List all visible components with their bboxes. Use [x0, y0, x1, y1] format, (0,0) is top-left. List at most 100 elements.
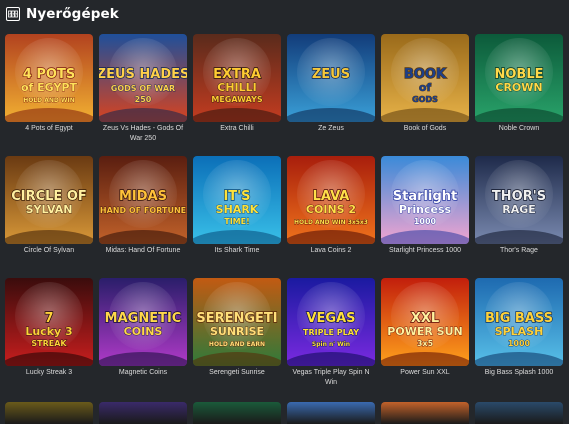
thumbnail-logo-text: SERENGETI [196, 311, 277, 326]
game-grid: 4 POTS of EGYPT HOLD AND WIN 4 Pots of Egyp… [5, 34, 563, 400]
thumbnail-logo-text: 250 [135, 95, 152, 104]
game-card[interactable]: MAGNETIC COINS Magnetic Coins [99, 278, 187, 400]
game-thumbnail[interactable]: VEGAS TRIPLE PLAY Spin n' Win [287, 278, 375, 366]
game-thumbnail[interactable]: 4 POTS of EGYPT HOLD AND WIN [5, 34, 93, 122]
thumbnail-logo-text: Starlight [393, 189, 457, 204]
game-name: 4 Pots of Egypt [25, 125, 73, 132]
game-name: Lucky Streak 3 [25, 369, 73, 376]
game-name: Extra Chilli [220, 125, 254, 132]
game-card[interactable]: 7 Lucky 3 STREAK Lucky Streak 3 [5, 278, 93, 400]
game-thumbnail[interactable]: LAVA COINS 2 HOLD AND WIN 3x5x3 [287, 156, 375, 244]
game-thumbnail[interactable]: 7 Lucky 3 STREAK [5, 278, 93, 366]
game-card[interactable]: IT'S SHARK TIME! Its Shark Time [193, 156, 281, 278]
slot-machine-icon: 7 7 7 [6, 7, 20, 21]
game-thumbnail[interactable]: BOOK of GODS [381, 34, 469, 122]
thumbnail-logo-text: TRIPLE PLAY [303, 328, 359, 337]
game-name: Magnetic Coins [118, 369, 168, 376]
thumbnail-logo-text: VEGAS [306, 311, 355, 326]
thumbnail-logo-text: of EGYPT [21, 81, 78, 94]
thumbnail-logo-text: 4 POTS [23, 67, 75, 82]
game-thumbnail[interactable]: ZEUS HADES GODS OF WAR 250 [99, 34, 187, 122]
thumbnail-logo-text: ZEUS HADES [99, 67, 187, 82]
game-name: Its Shark Time [214, 247, 260, 254]
thumbnail-logo-text: THOR'S [492, 189, 546, 204]
game-thumbnail[interactable]: CIRCLE OF SYLVAN [5, 156, 93, 244]
game-thumbnail[interactable]: BIG BASS SPLASH 1000 [475, 278, 563, 366]
game-name: Power Sun XXL [400, 369, 450, 376]
game-card[interactable]: MIDAS HAND OF FORTUNE Midas: Hand Of Fortu… [99, 156, 187, 278]
thumbnail-logo-text: SYLVAN [26, 203, 73, 216]
game-name: Serengeti Sunrise [209, 369, 265, 376]
thumbnail-logo-text: COINS 2 [306, 203, 356, 216]
game-thumbnail-partial[interactable] [381, 402, 469, 424]
thumbnail-logo-text: Lucky 3 [25, 325, 72, 338]
game-thumbnail-partial[interactable] [193, 402, 281, 424]
thumbnail-logo-text: MAGNETIC [105, 311, 182, 326]
game-card[interactable]: SERENGETI SUNRISE HOLD AND EARN Serengeti S… [193, 278, 281, 400]
game-card[interactable]: NOBLE CROWN Noble Crown [475, 34, 563, 156]
game-thumbnail[interactable]: EXTRA CHILLI MEGAWAYS [193, 34, 281, 122]
thumbnail-logo-text: RAGE [502, 203, 536, 216]
game-name: Thor's Rage [500, 247, 538, 254]
game-thumbnail[interactable]: ZEUS [287, 34, 375, 122]
thumbnail-logo-text: GODS [412, 95, 438, 104]
game-thumbnail[interactable]: IT'S SHARK TIME! [193, 156, 281, 244]
game-name: Noble Crown [498, 125, 540, 132]
game-name: Book of Gods [403, 125, 447, 132]
game-card[interactable]: XXL POWER SUN 3x5 Power Sun XXL [381, 278, 469, 400]
game-thumbnail[interactable]: THOR'S RAGE [475, 156, 563, 244]
game-card[interactable]: Starlight Princess 1000 Starlight Princess … [381, 156, 469, 278]
thumbnail-logo-text: XXL [411, 311, 439, 326]
thumbnail-logo-text: STREAK [31, 339, 67, 348]
thumbnail-logo-text: MEGAWAYS [211, 95, 263, 104]
thumbnail-logo-text: Spin n' Win [312, 341, 350, 348]
game-thumbnail-partial[interactable] [99, 402, 187, 424]
thumbnail-logo-text: 3x5 [417, 339, 434, 348]
game-card[interactable]: THOR'S RAGE Thor's Rage [475, 156, 563, 278]
thumbnail-logo-text: Princess [399, 203, 452, 216]
game-card[interactable]: ZEUS Ze Zeus [287, 34, 375, 156]
game-card[interactable]: 4 POTS of EGYPT HOLD AND WIN 4 Pots of Egyp… [5, 34, 93, 156]
svg-text:7: 7 [12, 12, 14, 16]
thumbnail-logo-text: SUNRISE [210, 325, 264, 338]
svg-text:7: 7 [15, 12, 17, 16]
game-thumbnail-partial[interactable] [287, 402, 375, 424]
thumbnail-logo-text: HOLD AND WIN [23, 97, 75, 104]
game-thumbnail-partial[interactable] [475, 402, 563, 424]
thumbnail-logo-text: GODS OF WAR [111, 84, 175, 93]
game-name: Midas: Hand Of Fortune [105, 247, 181, 254]
thumbnail-logo-text: SPLASH [495, 325, 544, 338]
game-thumbnail[interactable]: MAGNETIC COINS [99, 278, 187, 366]
svg-text:7: 7 [9, 12, 11, 16]
thumbnail-logo-text: HOLD AND WIN 3x5x3 [294, 219, 368, 226]
game-card[interactable]: BOOK of GODS Book of Gods [381, 34, 469, 156]
game-card[interactable]: EXTRA CHILLI MEGAWAYS Extra Chilli [193, 34, 281, 156]
section-header: 7 7 7 Nyerőgépek [6, 5, 119, 23]
section-title: Nyerőgépek [26, 6, 119, 22]
thumbnail-logo-text: CROWN [495, 81, 542, 94]
game-thumbnail[interactable]: NOBLE CROWN [475, 34, 563, 122]
game-name: Zeus Vs Hades - Gods Of War 250 [102, 125, 184, 142]
thumbnail-logo-text: 1000 [414, 217, 437, 226]
game-thumbnail[interactable]: SERENGETI SUNRISE HOLD AND EARN [193, 278, 281, 366]
game-name: Big Bass Splash 1000 [484, 369, 554, 376]
thumbnail-logo-text: of [419, 81, 432, 94]
thumbnail-logo-text: POWER SUN [387, 325, 462, 338]
game-name: Vegas Triple Play Spin N Win [292, 369, 370, 386]
thumbnail-logo-text: 7 [44, 311, 53, 326]
thumbnail-logo-text: IT'S [223, 189, 250, 204]
game-card[interactable]: VEGAS TRIPLE PLAY Spin n' Win Vegas Triple … [287, 278, 375, 400]
thumbnail-logo-text: ZEUS [312, 67, 350, 82]
game-name: Ze Zeus [318, 125, 344, 132]
game-thumbnail[interactable]: Starlight Princess 1000 [381, 156, 469, 244]
thumbnail-logo-text: LAVA [313, 189, 350, 204]
thumbnail-logo-text: TIME! [224, 217, 250, 226]
game-thumbnail-partial[interactable] [5, 402, 93, 424]
game-card[interactable]: BIG BASS SPLASH 1000 Big Bass Splash 1000 [475, 278, 563, 400]
game-card[interactable]: LAVA COINS 2 HOLD AND WIN 3x5x3 Lava Coins … [287, 156, 375, 278]
game-name: Circle Of Sylvan [23, 247, 75, 254]
game-card[interactable]: ZEUS HADES GODS OF WAR 250 Zeus Vs Hades - … [99, 34, 187, 156]
game-thumbnail[interactable]: XXL POWER SUN 3x5 [381, 278, 469, 366]
game-card[interactable]: CIRCLE OF SYLVAN Circle Of Sylvan [5, 156, 93, 278]
game-thumbnail[interactable]: MIDAS HAND OF FORTUNE [99, 156, 187, 244]
